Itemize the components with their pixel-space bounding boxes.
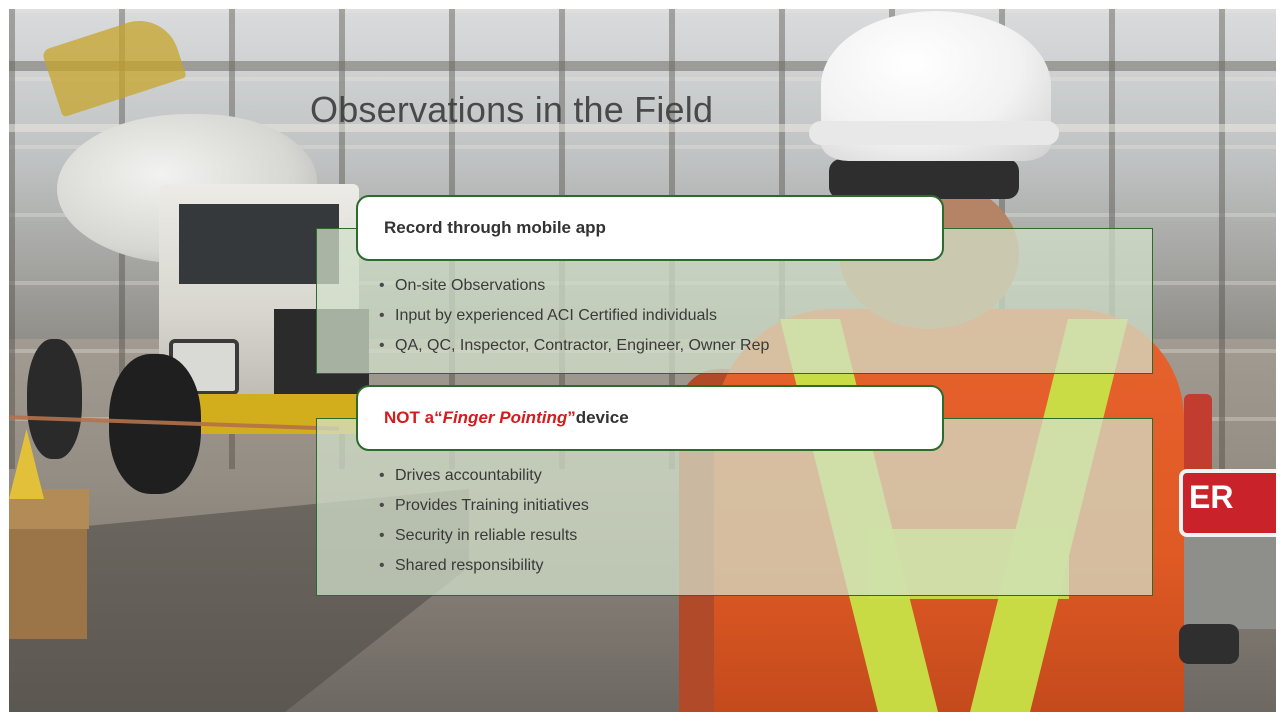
list-item: Provides Training initiatives (377, 491, 589, 521)
safety-glasses (829, 159, 1019, 199)
heading-quote-open: “ (434, 408, 443, 427)
danger-sign-text: ER (1189, 479, 1234, 515)
list-item: On-site Observations (377, 271, 769, 301)
hard-hat-brim (809, 121, 1059, 145)
list-item: Drives accountability (377, 461, 589, 491)
list-item: Shared responsibility (377, 551, 589, 581)
heading-not-prefix: NOT a (384, 408, 435, 427)
truck-wheel (27, 339, 82, 459)
heading-quote-close: ” (567, 408, 576, 427)
not-finger-pointing-heading-box: NOT a “Finger Pointing” device (356, 385, 944, 451)
record-heading-box: Record through mobile app (356, 195, 944, 261)
red-bollard (1184, 394, 1212, 474)
slide-frame: ER Observations in the Field Record thro… (9, 9, 1276, 712)
truck-window (179, 204, 339, 284)
slide-title: Observations in the Field (310, 89, 714, 130)
record-heading: Record through mobile app (384, 218, 606, 237)
heading-finger-pointing: Finger Pointing (442, 408, 568, 427)
list-item: QA, QC, Inspector, Contractor, Engineer,… (377, 331, 769, 361)
list-item: Security in reliable results (377, 521, 589, 551)
not-finger-pointing-bullet-list: Drives accountability Provides Training … (377, 461, 589, 581)
record-bullet-list: On-site Observations Input by experience… (377, 271, 769, 361)
bollard-base (1179, 624, 1239, 664)
scaffold-beam (9, 61, 1276, 71)
sign-post (1184, 529, 1276, 629)
list-item: Input by experienced ACI Certified indiv… (377, 301, 769, 331)
heading-device-suffix: device (575, 408, 629, 427)
